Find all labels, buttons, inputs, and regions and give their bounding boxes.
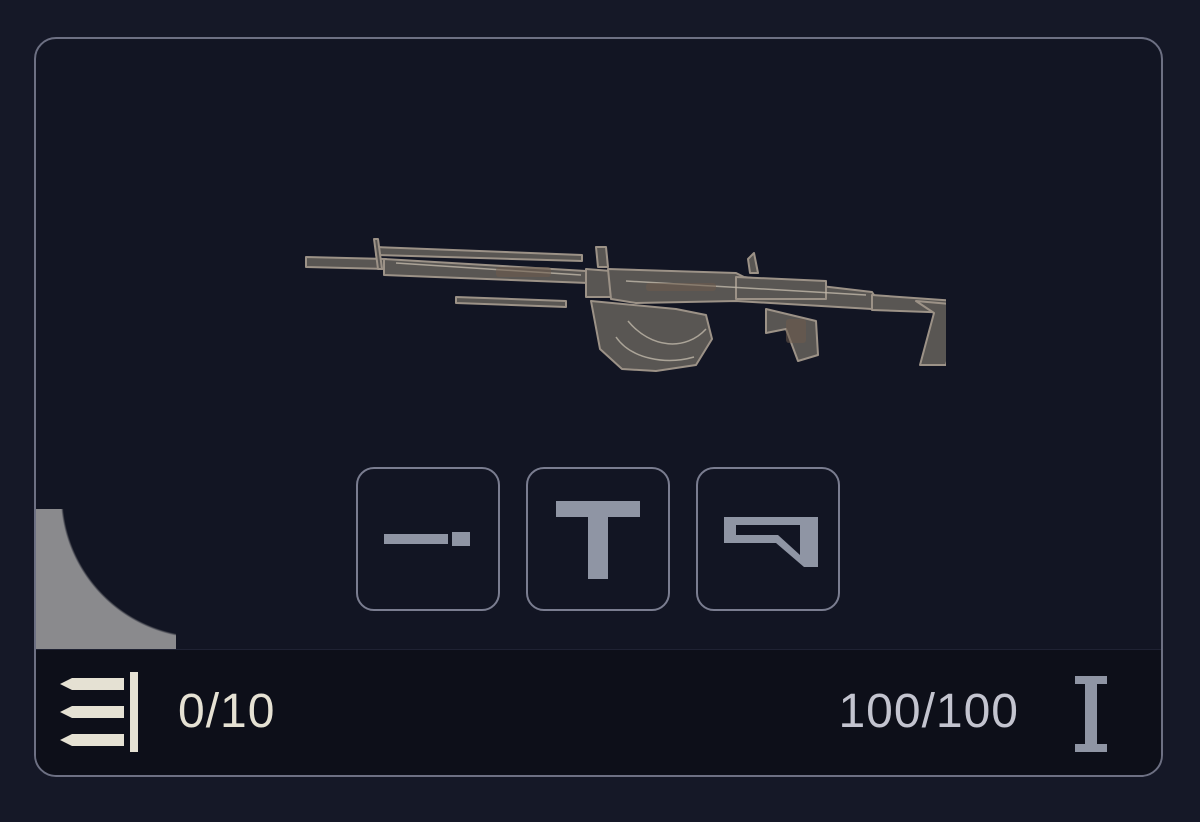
ammo-magazine-icon xyxy=(58,666,150,758)
weapon-image[interactable] xyxy=(266,189,963,379)
rifle-icon xyxy=(305,238,963,372)
grip-attachment-icon xyxy=(556,501,640,579)
weapon-card[interactable]: 0/10 100/100 xyxy=(34,37,1163,777)
barrel-slot[interactable] xyxy=(356,467,500,611)
stock-slot[interactable] xyxy=(696,467,840,611)
attachment-slots xyxy=(356,467,840,611)
barrel-attachment-icon xyxy=(384,532,470,546)
card-corner-highlight xyxy=(36,509,176,649)
ammo-count: 0/10 xyxy=(178,685,276,738)
inventory-page: 0/10 100/100 xyxy=(0,0,1200,822)
grip-slot[interactable] xyxy=(526,467,670,611)
tier-1-icon xyxy=(1073,674,1109,754)
durability-count: 100/100 xyxy=(838,685,1019,738)
stock-attachment-icon xyxy=(724,517,818,567)
status-bar: 0/10 100/100 xyxy=(36,649,1161,775)
